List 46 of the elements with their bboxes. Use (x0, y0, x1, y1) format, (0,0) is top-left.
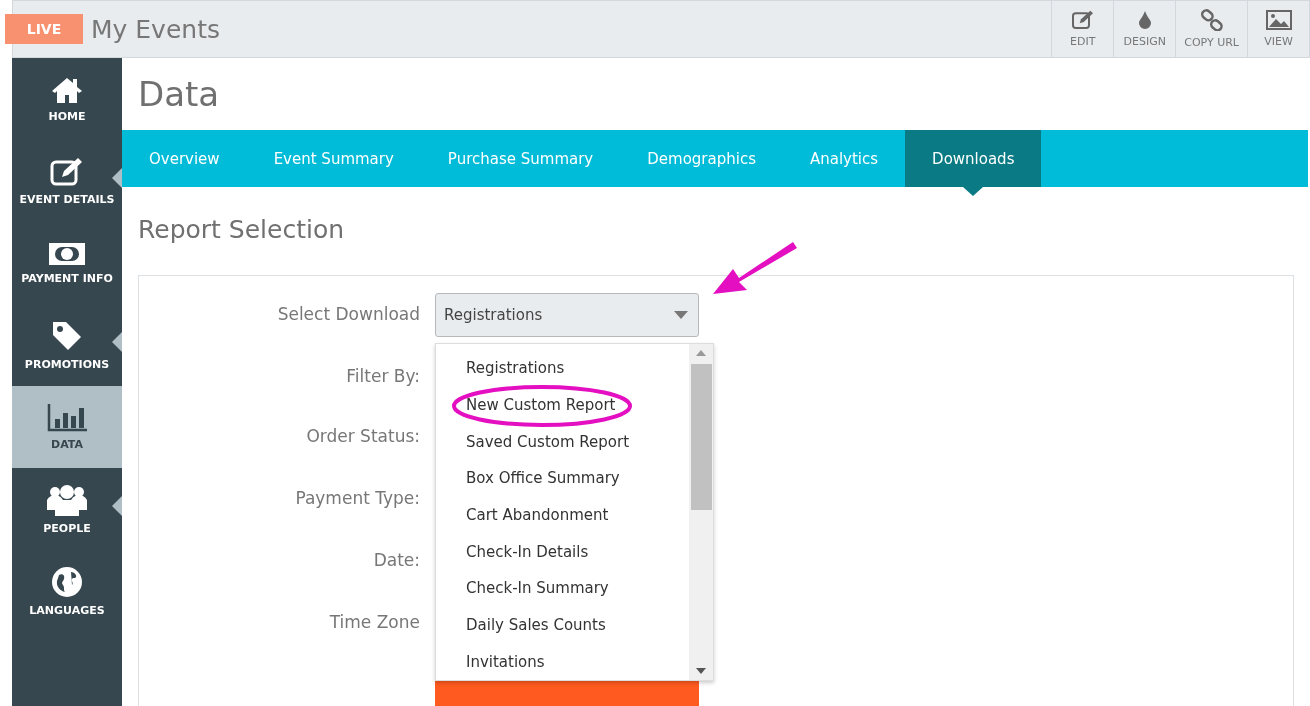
dropdown-option[interactable]: Cart Abandonment (436, 496, 689, 534)
globe-icon (51, 565, 83, 598)
field-label: Date: (373, 550, 420, 572)
people-icon (47, 483, 87, 516)
scroll-up-icon[interactable] (696, 350, 706, 356)
toolbar-button[interactable]: COPY URL (1175, 0, 1247, 58)
toolbar-button[interactable]: VIEW (1247, 0, 1309, 58)
tag-icon (51, 319, 83, 352)
banknote-icon (48, 241, 86, 266)
dropdown-option[interactable]: Box Office Summary (436, 460, 689, 497)
sidebar-item[interactable]: LANGUAGES (12, 550, 122, 632)
field-label: Filter By: (346, 366, 420, 388)
sidebar-item[interactable]: HOME (12, 58, 122, 140)
section-title: Report Selection (138, 215, 345, 246)
edit-icon (1070, 10, 1095, 30)
home-icon (51, 75, 83, 104)
edit-icon (50, 156, 84, 187)
dropdown-option[interactable]: Registrations (436, 350, 689, 387)
dropdown-option[interactable]: Invitations (436, 643, 689, 681)
page-title: Data (137, 73, 221, 116)
sidebar-item[interactable]: PEOPLE (12, 468, 122, 550)
field-label: Select Download (277, 304, 420, 326)
tab-pointer-icon (963, 187, 984, 196)
dropdown-option[interactable]: Saved Custom Report (436, 423, 689, 460)
field-label: Time Zone (329, 612, 420, 634)
toolbar-button[interactable]: DESIGN (1113, 0, 1176, 58)
scrollbar[interactable] (689, 344, 713, 680)
app-title: My Events (91, 14, 221, 44)
dropdown-option[interactable]: Check-In Details (436, 533, 689, 571)
caret-icon (674, 311, 688, 319)
scroll-down-icon[interactable] (696, 668, 706, 674)
sidebar-item[interactable]: PAYMENT INFO (12, 222, 122, 304)
live-badge: LIVE (5, 14, 83, 44)
dropdown-option[interactable]: New Custom Report (436, 386, 689, 424)
sidebar-item[interactable]: PROMOTIONS (12, 304, 122, 386)
bar-chart-icon (47, 403, 87, 432)
toolbar-button[interactable]: EDIT (1051, 0, 1114, 58)
image-icon (1265, 10, 1292, 30)
sidebar-item[interactable]: DATA (12, 386, 122, 468)
field-label: Order Status: (306, 426, 420, 448)
dropdown-option[interactable]: Daily Sales Counts (436, 606, 689, 644)
download-select[interactable]: Registrations (435, 293, 699, 337)
chain-link-icon (1200, 9, 1223, 31)
field-label: Payment Type: (295, 488, 420, 510)
drop-icon (1137, 10, 1152, 30)
dropdown-option[interactable]: Check-In Summary (436, 570, 689, 607)
